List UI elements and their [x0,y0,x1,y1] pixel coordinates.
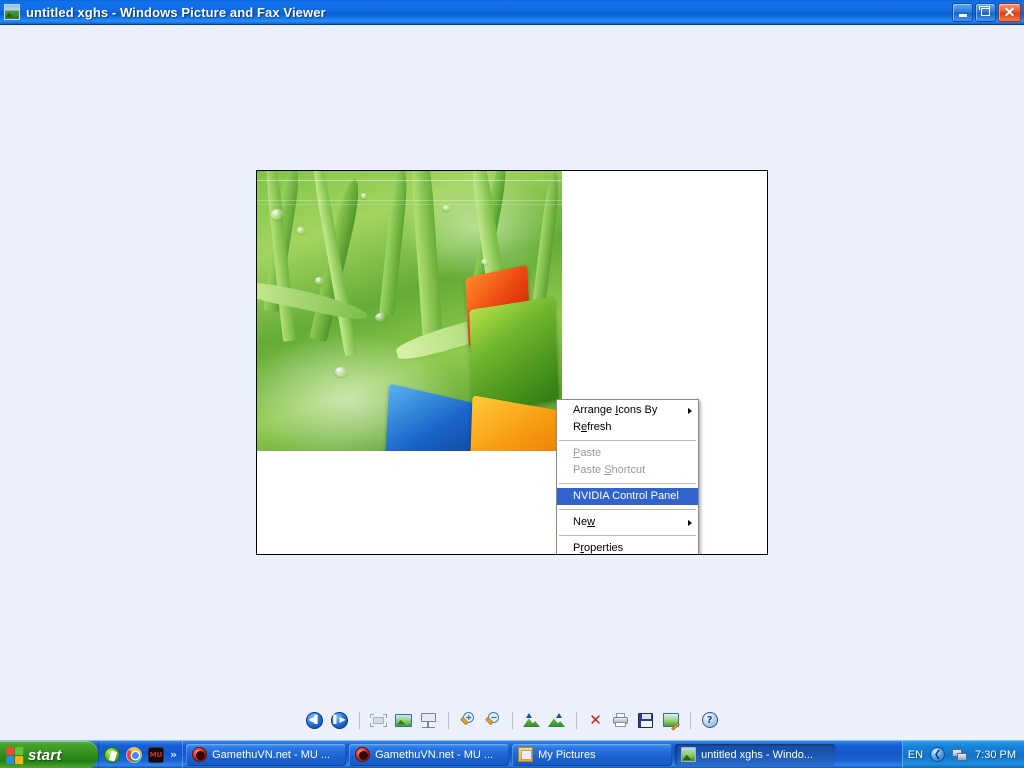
menu-label-refresh: Refresh [573,421,612,433]
network-icon[interactable] [952,748,968,762]
quick-launch-bar: MU » [98,741,183,768]
next-image-icon: ▌▶ [331,712,348,729]
toolbar-separator [359,712,360,729]
close-icon: ✕ [1004,5,1016,19]
picture-and-fax-viewer-window: untitled xghs - Windows Picture and Fax … [0,0,1024,768]
start-button[interactable]: start [0,741,98,768]
rotate-clockwise-button[interactable] [546,709,568,731]
taskbar-item-label: GamethuVN.net - MU ... [212,749,330,761]
zoom-in-button[interactable]: + [457,709,479,731]
taskbar-item-picture-viewer[interactable]: untitled xghs - Windo... [675,744,835,766]
zoom-out-button[interactable]: − [482,709,504,731]
taskbar-item-label: GamethuVN.net - MU ... [375,749,493,761]
menu-separator [559,440,696,441]
save-icon [638,713,653,728]
taskbar-item-gamethuvn-2[interactable]: GamethuVN.net - MU ... [349,744,509,766]
quicklaunch-expand-icon[interactable]: » [170,748,176,761]
menu-item-nvidia-control-panel[interactable]: NVIDIA Control Panel [557,488,698,505]
toolbar-separator [448,712,449,729]
restore-button[interactable] [975,3,996,22]
delete-button[interactable]: ✕ [585,709,607,731]
system-tray: EN ❮ 7:30 PM [902,741,1024,768]
help-button[interactable]: ? [699,709,721,731]
menu-item-arrange-icons-by[interactable]: Arrange Icons By [557,402,698,419]
mu-icon [355,747,370,762]
show-hidden-icons-button[interactable]: ❮ [930,747,945,762]
rotate-clockwise-icon [548,713,565,727]
viewer-toolbar: ◀▌ ▌▶ + [0,706,1024,734]
taskbar: start MU » GamethuVN.net - MU ... Gameth… [0,740,1024,768]
close-button[interactable]: ✕ [998,3,1021,22]
print-button[interactable] [610,709,632,731]
taskbar-item-label: My Pictures [538,749,595,761]
window-controls: ✕ [952,3,1024,22]
menu-separator [559,483,696,484]
menu-item-properties[interactable]: Properties [557,540,698,555]
menu-item-paste: Paste [557,445,698,462]
edit-image-button[interactable] [660,709,682,731]
chevron-right-icon [688,408,692,414]
zoom-out-icon: − [484,711,502,729]
taskbar-item-label: untitled xghs - Windo... [701,749,813,761]
menu-label-new: New [573,516,595,528]
edit-image-icon [663,713,679,727]
previous-image-button[interactable]: ◀▌ [304,709,326,731]
rotate-counterclockwise-button[interactable] [521,709,543,731]
best-fit-icon [370,714,387,727]
restore-icon [981,8,990,16]
desktop-context-menu: Arrange Icons By Refresh Paste Paste Sho… [556,399,699,555]
menu-item-paste-shortcut: Paste Shortcut [557,462,698,479]
actual-size-icon [395,714,412,727]
menu-label-paste: Paste [573,447,601,459]
menu-label-paste-shortcut: Paste Shortcut [573,464,645,476]
previous-image-icon: ◀▌ [306,712,323,729]
folder-icon [518,747,533,762]
chevron-right-icon [688,520,692,526]
rotate-counterclockwise-icon [523,713,540,727]
toolbar-separator [690,712,691,729]
mu-icon [192,747,207,762]
menu-separator [559,509,696,510]
minimize-icon [959,14,967,17]
clock[interactable]: 7:30 PM [975,749,1016,761]
start-slide-show-button[interactable] [418,709,440,731]
picture-icon [681,747,696,762]
windows-flag-icon [6,746,23,764]
image-canvas[interactable]: Arrange Icons By Refresh Paste Paste Sho… [256,170,768,555]
quicklaunch-mu-icon[interactable]: MU [148,747,164,763]
save-as-button[interactable] [635,709,657,731]
menu-item-refresh[interactable]: Refresh [557,419,698,436]
windows-logo [409,271,559,451]
menu-label-nvidia-control-panel: NVIDIA Control Panel [573,490,679,502]
taskbar-window-list: GamethuVN.net - MU ... GamethuVN.net - M… [183,741,902,768]
title-bar: untitled xghs - Windows Picture and Fax … [0,0,1024,25]
zoom-in-icon: + [459,711,477,729]
taskbar-item-gamethuvn-1[interactable]: GamethuVN.net - MU ... [186,744,346,766]
quicklaunch-idm-icon[interactable] [104,747,120,763]
toolbar-separator [512,712,513,729]
menu-label-properties: Properties [573,542,623,554]
taskbar-item-my-pictures[interactable]: My Pictures [512,744,672,766]
menu-separator [559,535,696,536]
picture-icon [4,4,20,20]
next-image-button[interactable]: ▌▶ [329,709,351,731]
delete-icon: ✕ [589,713,602,728]
window-title: untitled xghs - Windows Picture and Fax … [26,5,326,20]
minimize-button[interactable] [952,3,973,22]
help-icon: ? [702,712,718,728]
print-icon [612,713,630,727]
actual-size-button[interactable] [393,709,415,731]
quicklaunch-chrome-icon[interactable] [126,747,142,763]
best-fit-button[interactable] [368,709,390,731]
start-button-label: start [28,747,62,764]
slide-show-icon [421,713,436,728]
menu-label-arrange-icons-by: Arrange Icons By [573,404,657,416]
menu-item-new[interactable]: New [557,514,698,531]
language-indicator[interactable]: EN [908,749,923,761]
displayed-image [257,171,562,451]
toolbar-separator [576,712,577,729]
